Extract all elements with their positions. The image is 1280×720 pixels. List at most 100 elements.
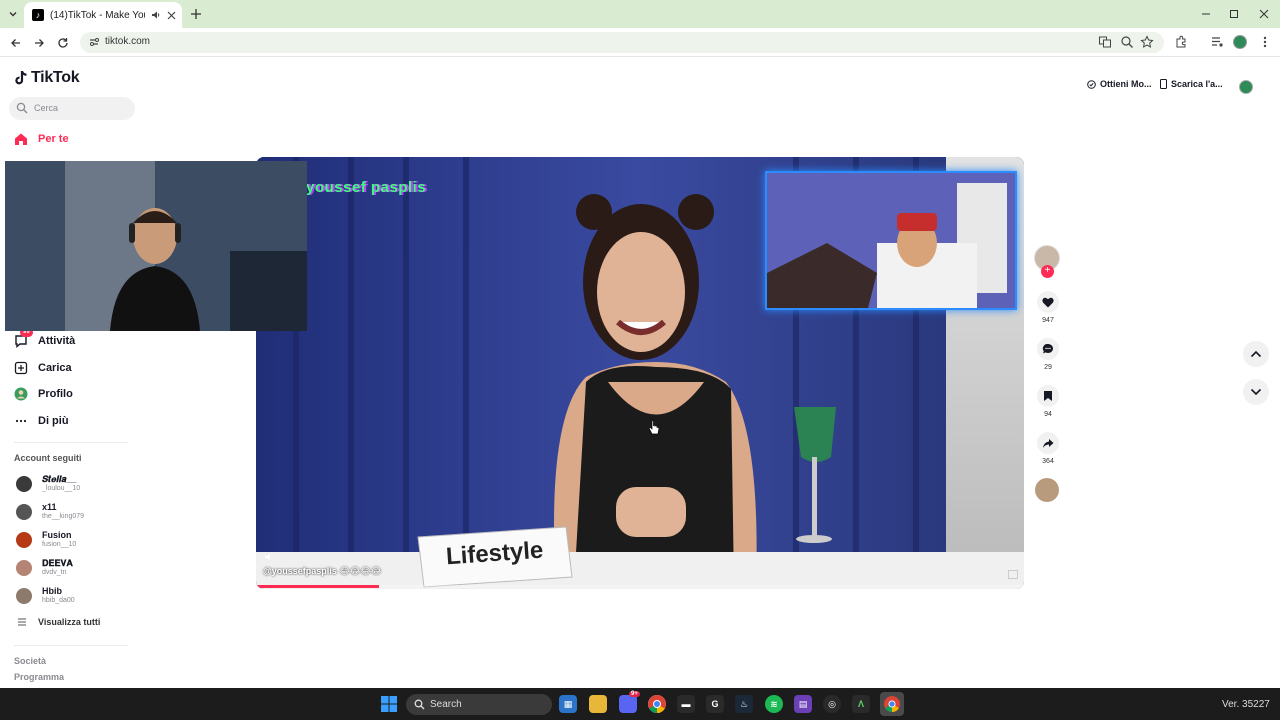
overlay-camera-frame <box>767 173 1015 308</box>
caption-emojis: 😂😂😂😂 <box>339 566 382 576</box>
follow-plus-icon[interactable]: + <box>1041 265 1054 278</box>
nav-for-you[interactable]: Per te <box>14 132 69 146</box>
store-icon[interactable]: ▦ <box>559 695 577 713</box>
profile-avatar[interactable] <box>1233 35 1247 49</box>
download-app-button[interactable]: Scarica l'a... <box>1160 79 1223 89</box>
browser-tabstrip: ♪ (14)TikTok - Make Your Day <box>0 0 1280 28</box>
steam-icon[interactable]: ♨ <box>735 695 753 713</box>
zoom-icon[interactable] <box>1120 35 1134 49</box>
tiktok-page: TikTok Cerca Per te 99 Attività Carica P… <box>0 57 1280 688</box>
chrome-active-icon[interactable] <box>880 692 904 716</box>
nvidia-app-icon[interactable]: Λ <box>852 695 870 713</box>
fullscreen-icon[interactable] <box>1008 570 1018 579</box>
maximize-icon[interactable] <box>1226 6 1242 22</box>
speaker-icon[interactable] <box>151 10 161 20</box>
video-player[interactable]: youssef pasplis Lifestyle @youssefpaspli… <box>256 157 1024 589</box>
heart-icon <box>1037 291 1059 313</box>
footer-link[interactable]: Società <box>14 656 46 666</box>
like-button[interactable]: 947 <box>1036 291 1060 324</box>
following-account[interactable]: x11 the__king079 <box>16 500 136 524</box>
video-caption: @youssefpasplis 😂😂😂😂 <box>263 566 381 577</box>
translate-icon[interactable] <box>1098 35 1112 49</box>
chevron-up-icon <box>1250 350 1262 358</box>
nav-more-label: Di più <box>38 415 69 427</box>
video-progress-bar[interactable] <box>256 585 1024 588</box>
clapper-app-icon[interactable]: ▤ <box>794 695 812 713</box>
following-section-title: Account seguiti <box>14 453 82 463</box>
view-all-following[interactable]: Visualizza tutti <box>18 617 100 627</box>
chrome-icon[interactable] <box>648 695 666 713</box>
search-placeholder: Cerca <box>34 103 59 113</box>
avatar <box>16 476 32 492</box>
mute-icon[interactable] <box>264 553 274 561</box>
music-disc-avatar[interactable] <box>1035 478 1059 502</box>
share-button[interactable]: 364 <box>1036 432 1060 465</box>
share-count: 364 <box>1042 458 1054 465</box>
search-input[interactable]: Cerca <box>9 97 135 120</box>
new-tab-icon[interactable] <box>188 6 204 22</box>
hand-cursor-icon <box>649 420 660 435</box>
minimize-icon[interactable] <box>1198 6 1214 22</box>
game-app-icon[interactable]: ▬ <box>677 695 695 713</box>
close-window-icon[interactable] <box>1256 6 1272 22</box>
extensions-icon[interactable] <box>1174 35 1188 49</box>
account-handle: _loulou__10 <box>42 485 81 492</box>
following-account[interactable]: Fusion fusion__10 <box>16 528 136 552</box>
tiktok-note-icon <box>15 71 27 85</box>
logo-wordmark: TikTok <box>31 69 80 86</box>
profile-avatar-icon <box>14 387 28 401</box>
nav-upload[interactable]: Carica <box>14 361 72 375</box>
windows-start-icon[interactable] <box>381 696 397 712</box>
discord-badge: 9+ <box>629 691 640 697</box>
taskbar-search[interactable]: Search <box>406 694 552 715</box>
next-video-button[interactable] <box>1243 379 1269 405</box>
address-bar[interactable]: tiktok.com <box>80 32 1164 53</box>
tab-search-icon[interactable] <box>4 5 22 23</box>
video-overlay-text: youssef pasplis <box>306 179 427 196</box>
following-account[interactable]: Hbib hbib_da00 <box>16 584 136 608</box>
menu-dots-icon[interactable] <box>1258 35 1272 49</box>
home-icon <box>14 132 28 146</box>
get-coins-button[interactable]: Ottieni Mo... <box>1087 79 1152 89</box>
nav-activity[interactable]: 99 Attività <box>14 328 76 348</box>
file-explorer-icon[interactable] <box>589 695 607 713</box>
account-name: 𝐃𝐄𝐄𝐕𝐀 <box>42 558 73 568</box>
previous-video-button[interactable] <box>1243 341 1269 367</box>
close-tab-icon[interactable] <box>167 11 176 20</box>
following-account[interactable]: 𝑺𝒕𝒆𝒍𝒍𝒂__ _loulou__10 <box>16 472 136 496</box>
search-icon <box>16 102 28 114</box>
g-app-icon[interactable]: G <box>706 695 724 713</box>
spotify-icon[interactable]: ≋ <box>765 695 783 713</box>
account-name: 𝑺𝒕𝒆𝒍𝒍𝒂__ <box>42 474 77 484</box>
comment-button[interactable]: 29 <box>1036 338 1060 371</box>
windows-taskbar: Search ▦ 9+ ▬ G ♨ ≋ ▤ ◎ Λ Ver. 35227 <box>0 688 1280 720</box>
user-avatar[interactable] <box>1239 80 1253 94</box>
nav-upload-label: Carica <box>38 362 72 374</box>
nav-profile-label: Profilo <box>38 388 73 400</box>
save-button[interactable]: 94 <box>1036 385 1060 418</box>
tiktok-logo[interactable]: TikTok <box>14 69 80 87</box>
account-name: x11 <box>42 502 57 512</box>
media-control-icon[interactable] <box>1210 35 1224 49</box>
account-name: Hbib <box>42 586 62 596</box>
discord-icon[interactable]: 9+ <box>619 691 640 713</box>
footer-link[interactable]: Programma <box>14 672 64 682</box>
site-info-icon[interactable] <box>88 36 100 48</box>
nav-more[interactable]: Di più <box>14 414 69 428</box>
nav-profile[interactable]: Profilo <box>14 387 73 401</box>
webcam-frame <box>5 161 307 331</box>
back-icon[interactable] <box>8 35 24 51</box>
nav-activity-label: Attività <box>38 335 76 347</box>
reload-icon[interactable] <box>55 35 71 51</box>
browser-tab[interactable]: ♪ (14)TikTok - Make Your Day <box>24 2 182 28</box>
bookmark-star-icon[interactable] <box>1140 35 1154 49</box>
video-overlay-camera <box>765 171 1017 310</box>
account-handle: hbib_da00 <box>42 597 75 604</box>
like-count: 947 <box>1042 317 1054 324</box>
forward-icon[interactable] <box>31 35 47 51</box>
upload-plus-icon <box>14 361 28 375</box>
obs-icon[interactable]: ◎ <box>823 695 841 713</box>
following-account[interactable]: 𝐃𝐄𝐄𝐕𝐀 dvdv_tn <box>16 556 136 580</box>
video-username[interactable]: @youssefpasplis <box>263 566 337 576</box>
phone-icon <box>1160 79 1167 89</box>
